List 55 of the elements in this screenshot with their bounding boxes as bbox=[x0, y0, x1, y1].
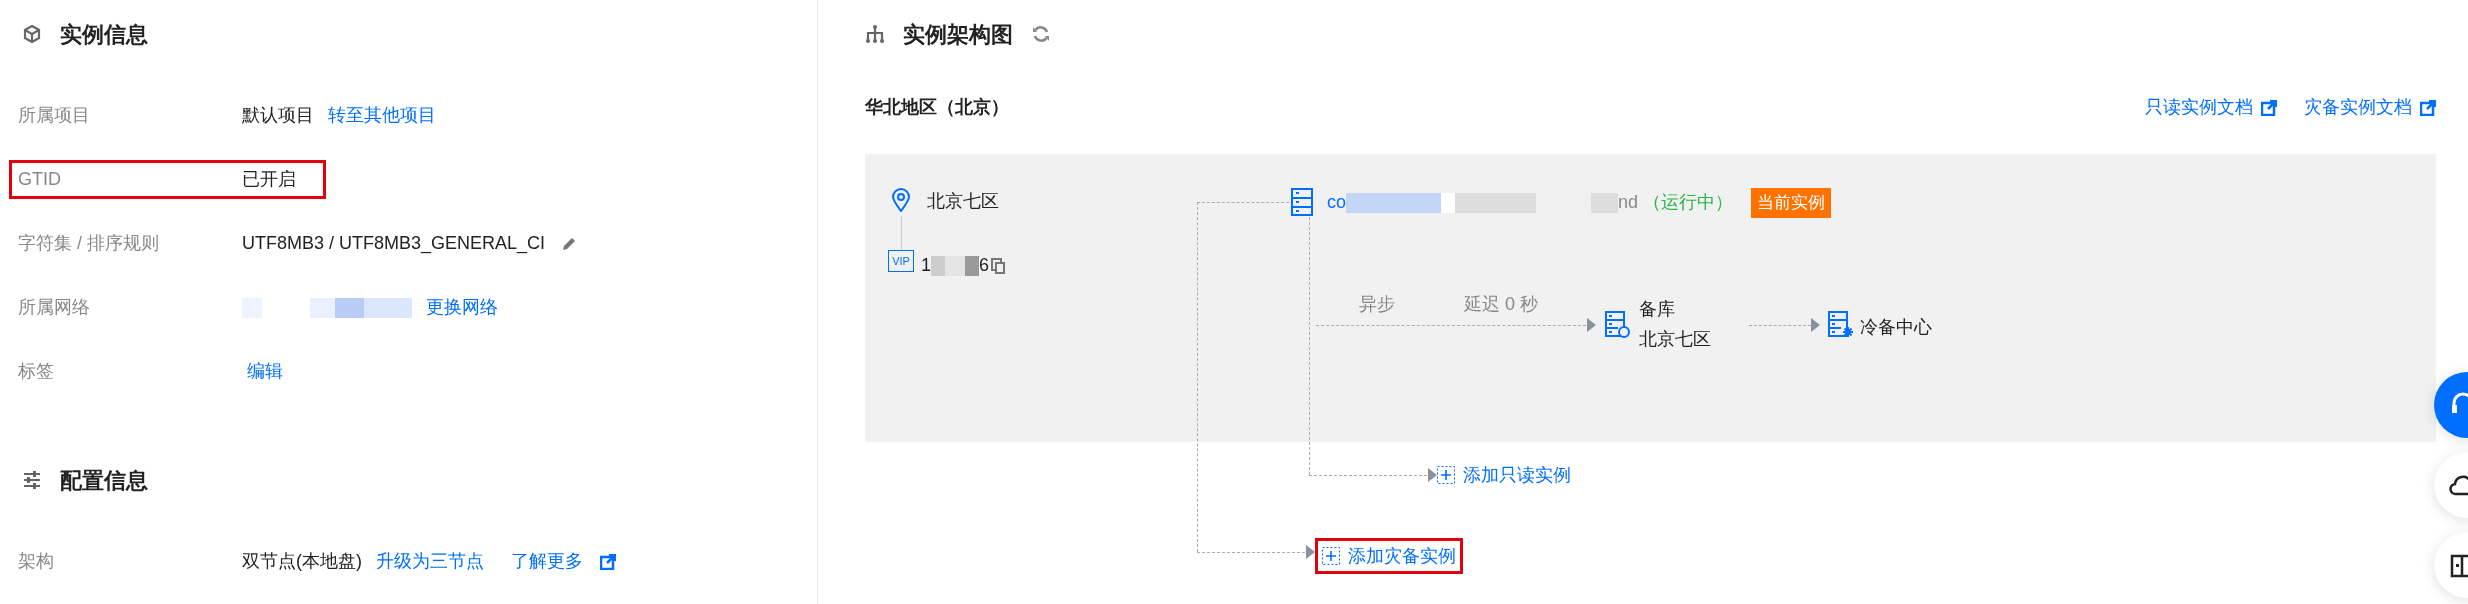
arrow-head-icon bbox=[1428, 468, 1437, 482]
vip-tag: VIP bbox=[888, 250, 914, 272]
current-instance-tag: 当前实例 bbox=[1750, 188, 1831, 218]
add-button[interactable]: 添加灾备实例 bbox=[1318, 541, 1460, 571]
field-label: GTID bbox=[18, 168, 62, 191]
hierarchy-icon bbox=[865, 24, 885, 44]
section-title: 实例架构图 bbox=[903, 20, 1013, 49]
field-label: 所属项目 bbox=[18, 104, 91, 127]
refresh-icon[interactable] bbox=[1031, 24, 1051, 44]
standby-zone: 北京七区 bbox=[1639, 328, 1711, 351]
arrow-head-icon bbox=[1587, 318, 1596, 332]
sliders-icon bbox=[22, 470, 42, 490]
field-value: UTF8MB3 / UTF8MB3_GENERAL_CI bbox=[242, 232, 546, 256]
status-text: （运行中） bbox=[1642, 191, 1733, 215]
plus-icon bbox=[1437, 466, 1455, 484]
external-link-icon bbox=[599, 553, 616, 570]
blurred-text bbox=[931, 255, 979, 276]
field-label: 所属网络 bbox=[18, 296, 91, 319]
instance-name: nd bbox=[1618, 191, 1639, 215]
cold-backup-icon bbox=[1828, 311, 1854, 339]
database-icon bbox=[1291, 188, 1313, 216]
doc-link[interactable]: 只读实例文档 bbox=[2145, 94, 2253, 121]
arrow-head-icon bbox=[1811, 318, 1820, 332]
cold-backup-label: 冷备中心 bbox=[1860, 316, 1932, 339]
add-button[interactable]: 添加只读实例 bbox=[1433, 460, 1575, 490]
standby-role: 备库 bbox=[1639, 298, 1675, 321]
delay-text: 延迟 0 秒 bbox=[1464, 293, 1538, 316]
link[interactable]: 转至其他项目 bbox=[327, 102, 436, 129]
region-title: 华北地区（北京） bbox=[865, 96, 1009, 119]
plus-icon bbox=[1322, 547, 1340, 565]
cube-icon bbox=[22, 24, 42, 44]
ip-address: 6 bbox=[979, 254, 990, 277]
field-label: 架构 bbox=[18, 550, 55, 573]
link[interactable]: 了解更多 bbox=[510, 548, 583, 575]
field-label: 字符集 / 排序规则 bbox=[18, 232, 160, 255]
field-value: 双节点(本地盘) bbox=[242, 550, 362, 573]
link[interactable]: 更换网络 bbox=[425, 294, 498, 321]
standby-db-icon bbox=[1605, 311, 1631, 339]
ip-address: 1 bbox=[921, 254, 931, 277]
field-label: 标签 bbox=[18, 360, 55, 383]
field-value: 已开启 bbox=[242, 168, 296, 191]
field-value: 默认项目 bbox=[242, 104, 314, 127]
copy-icon[interactable] bbox=[991, 257, 1006, 274]
external-link-icon bbox=[2420, 99, 2436, 116]
link[interactable]: 升级为三节点 bbox=[375, 548, 484, 575]
zone-name: 北京七区 bbox=[927, 190, 999, 213]
link[interactable]: 编辑 bbox=[246, 358, 283, 385]
section-title: 实例信息 bbox=[60, 20, 148, 49]
external-link-icon bbox=[2261, 99, 2277, 116]
section-title: 配置信息 bbox=[60, 466, 148, 495]
instance-name-link[interactable]: co bbox=[1327, 189, 1346, 217]
doc-link[interactable]: 灾备实例文档 bbox=[2304, 94, 2412, 121]
location-pin-icon bbox=[892, 188, 910, 212]
arrow-head-icon bbox=[1306, 545, 1315, 559]
sync-mode: 异步 bbox=[1359, 293, 1395, 316]
